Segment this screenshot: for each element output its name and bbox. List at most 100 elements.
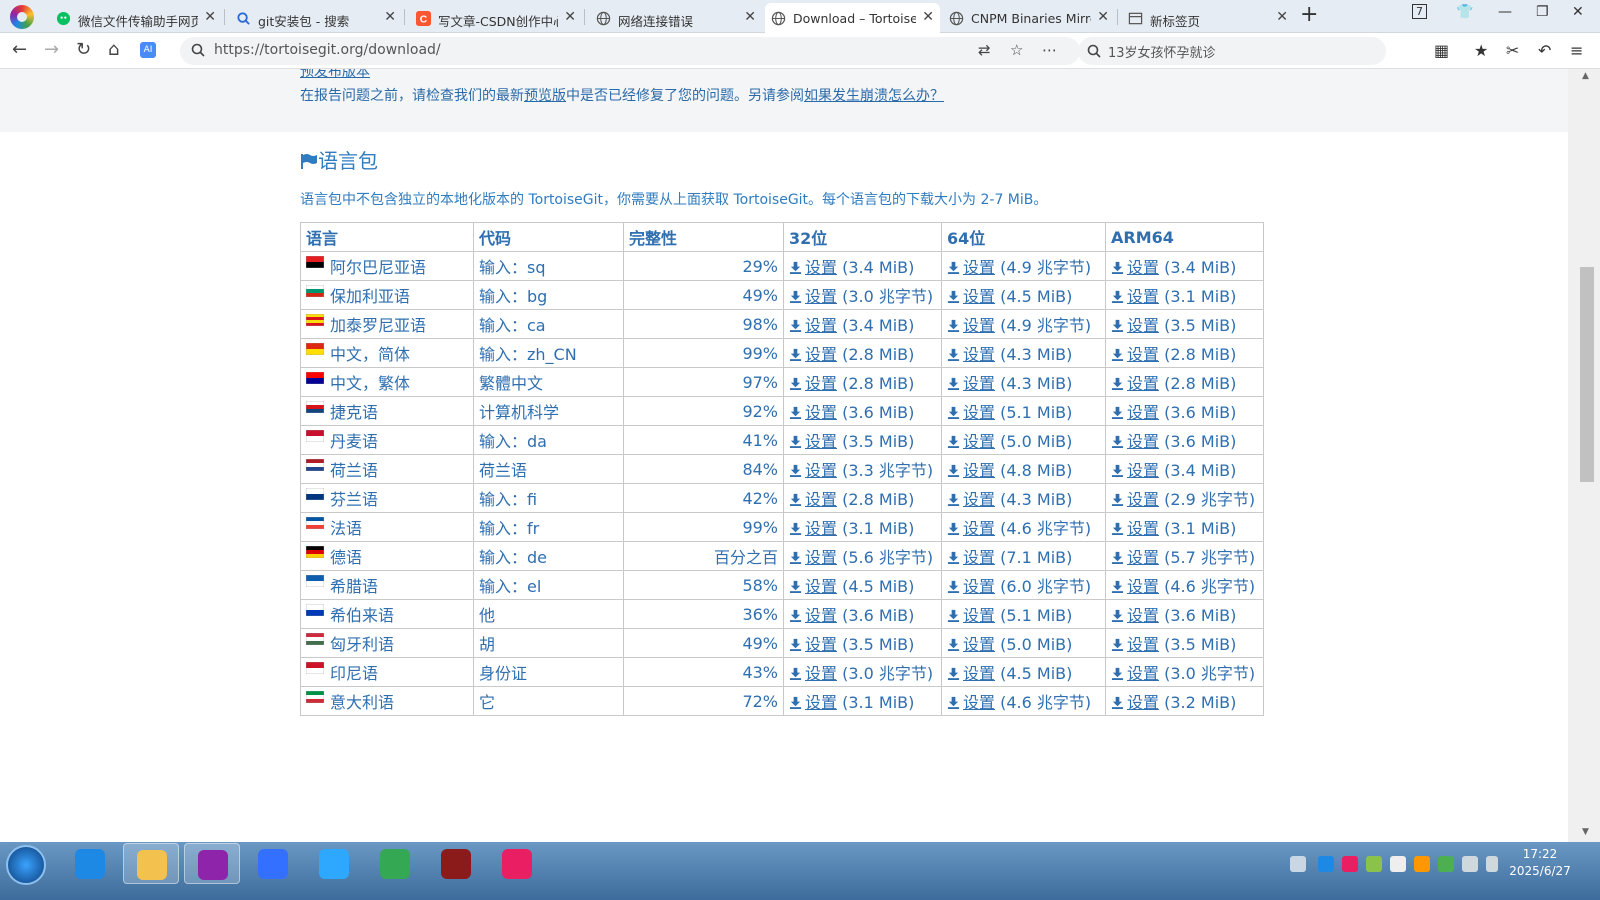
tray-app-icon[interactable] <box>1318 856 1334 872</box>
language-name[interactable]: 法语 <box>330 519 362 538</box>
search-box[interactable]: 13岁女孩怀孕就诊 <box>1078 37 1386 65</box>
tray-app-icon[interactable] <box>1366 856 1382 872</box>
language-name[interactable]: 希伯来语 <box>330 606 394 625</box>
x64-download-cell[interactable]: 设置 (5.0 MiB) <box>941 628 1106 658</box>
language-name[interactable]: 阿尔巴尼亚语 <box>330 258 426 277</box>
x86-download-cell[interactable]: 设置 (3.4 MiB) <box>783 251 942 281</box>
setup-download-link[interactable]: 设置 <box>805 664 837 683</box>
x86-download-cell[interactable]: 设置 (3.0 兆字节) <box>783 657 942 687</box>
setup-download-link[interactable]: 设置 <box>963 490 995 509</box>
window-close-icon[interactable]: ✕ <box>1572 4 1584 20</box>
setup-download-link[interactable]: 设置 <box>963 258 995 277</box>
setup-download-link[interactable]: 设置 <box>805 693 837 712</box>
x64-download-cell[interactable]: 设置 (5.1 MiB) <box>941 599 1106 629</box>
setup-download-link[interactable]: 设置 <box>805 606 837 625</box>
x64-download-cell[interactable]: 设置 (4.5 MiB) <box>941 280 1106 310</box>
tab-csdn[interactable]: C 写文章-CSDN创作中心 ✕ <box>410 3 582 33</box>
tray-app-icon[interactable] <box>1390 856 1406 872</box>
language-cell[interactable]: 希腊语 <box>300 570 474 600</box>
language-cell[interactable]: 荷兰语 <box>300 454 474 484</box>
setup-download-link[interactable]: 设置 <box>963 548 995 567</box>
taskbar-button[interactable] <box>245 843 301 884</box>
setup-download-link[interactable]: 设置 <box>1127 345 1159 364</box>
setup-download-link[interactable]: 设置 <box>963 693 995 712</box>
language-name[interactable]: 中文，繁体 <box>330 374 410 393</box>
setup-download-link[interactable]: 设置 <box>963 432 995 451</box>
reload-icon[interactable]: ↻ <box>76 40 91 60</box>
language-cell[interactable]: 芬兰语 <box>300 483 474 513</box>
close-icon[interactable]: ✕ <box>744 9 756 25</box>
setup-download-link[interactable]: 设置 <box>805 345 837 364</box>
language-name[interactable]: 中文，简体 <box>330 345 410 364</box>
setup-download-link[interactable]: 设置 <box>1127 490 1159 509</box>
language-cell[interactable]: 丹麦语 <box>300 425 474 455</box>
forward-icon[interactable]: → <box>44 40 59 60</box>
language-name[interactable]: 捷克语 <box>330 403 378 422</box>
tab-tortoisegit-download[interactable]: Download – TortoiseGit ✕ <box>765 3 940 33</box>
language-name[interactable]: 德语 <box>330 548 362 567</box>
undo-icon[interactable]: ↶ <box>1538 41 1551 60</box>
arm64-download-cell[interactable]: 设置 (3.4 MiB) <box>1105 251 1264 281</box>
x64-download-cell[interactable]: 设置 (7.1 MiB) <box>941 541 1106 571</box>
arm64-download-cell[interactable]: 设置 (3.2 MiB) <box>1105 686 1264 716</box>
tab-new-tab[interactable]: 新标签页 ✕ <box>1122 3 1294 33</box>
scrollbar[interactable]: ▲ ▼ <box>1568 69 1600 842</box>
language-cell[interactable]: 中文，繁体 <box>300 367 474 397</box>
setup-download-link[interactable]: 设置 <box>1127 316 1159 335</box>
x86-download-cell[interactable]: 设置 (2.8 MiB) <box>783 367 942 397</box>
setup-download-link[interactable]: 设置 <box>963 287 995 306</box>
setup-download-link[interactable]: 设置 <box>1127 287 1159 306</box>
setup-download-link[interactable]: 设置 <box>1127 374 1159 393</box>
scroll-down-icon[interactable]: ▼ <box>1582 827 1589 837</box>
setup-download-link[interactable]: 设置 <box>1127 403 1159 422</box>
arm64-download-cell[interactable]: 设置 (2.8 MiB) <box>1105 367 1264 397</box>
setup-download-link[interactable]: 设置 <box>805 374 837 393</box>
x86-download-cell[interactable]: 设置 (3.1 MiB) <box>783 686 942 716</box>
x64-download-cell[interactable]: 设置 (4.5 MiB) <box>941 657 1106 687</box>
language-name[interactable]: 加泰罗尼亚语 <box>330 316 426 335</box>
setup-download-link[interactable]: 设置 <box>805 316 837 335</box>
x86-download-cell[interactable]: 设置 (3.1 MiB) <box>783 512 942 542</box>
arm64-download-cell[interactable]: 设置 (3.4 MiB) <box>1105 454 1264 484</box>
x64-download-cell[interactable]: 设置 (4.9 兆字节) <box>941 309 1106 339</box>
shirt-skin-icon[interactable]: 👕 <box>1456 4 1473 20</box>
setup-download-link[interactable]: 设置 <box>1127 577 1159 596</box>
x86-download-cell[interactable]: 设置 (5.6 兆字节) <box>783 541 942 571</box>
close-icon[interactable]: ✕ <box>1276 9 1288 25</box>
arm64-download-cell[interactable]: 设置 (3.6 MiB) <box>1105 425 1264 455</box>
apps-grid-icon[interactable]: ▦ <box>1434 41 1449 60</box>
setup-download-link[interactable]: 设置 <box>963 403 995 422</box>
x64-download-cell[interactable]: 设置 (5.0 MiB) <box>941 425 1106 455</box>
preview-link[interactable]: 预览版 <box>524 88 566 104</box>
tab-count-badge[interactable]: 7 <box>1412 4 1427 19</box>
arm64-download-cell[interactable]: 设置 (3.1 MiB) <box>1105 512 1264 542</box>
taskbar-button[interactable] <box>62 843 118 884</box>
x86-download-cell[interactable]: 设置 (3.6 MiB) <box>783 396 942 426</box>
language-cell[interactable]: 保加利亚语 <box>300 280 474 310</box>
x64-download-cell[interactable]: 设置 (4.3 MiB) <box>941 483 1106 513</box>
setup-download-link[interactable]: 设置 <box>805 461 837 480</box>
arm64-download-cell[interactable]: 设置 (4.6 兆字节) <box>1105 570 1264 600</box>
x86-download-cell[interactable]: 设置 (3.5 MiB) <box>783 628 942 658</box>
scissors-icon[interactable]: ✂ <box>1506 41 1519 60</box>
maximize-icon[interactable]: ❐ <box>1536 4 1549 20</box>
setup-download-link[interactable]: 设置 <box>963 345 995 364</box>
language-cell[interactable]: 法语 <box>300 512 474 542</box>
setup-download-link[interactable]: 设置 <box>1127 664 1159 683</box>
close-icon[interactable]: ✕ <box>1097 9 1109 25</box>
arm64-download-cell[interactable]: 设置 (3.0 兆字节) <box>1105 657 1264 687</box>
scrollbar-thumb[interactable] <box>1580 267 1594 482</box>
volume-icon[interactable] <box>1486 856 1498 872</box>
tab-cnpm-mirror[interactable]: CNPM Binaries Mirror ✕ <box>943 3 1115 33</box>
close-icon[interactable]: ✕ <box>564 9 576 25</box>
language-cell[interactable]: 德语 <box>300 541 474 571</box>
home-icon[interactable]: ⌂ <box>108 40 119 60</box>
menu-icon[interactable]: ≡ <box>1570 41 1583 60</box>
x86-download-cell[interactable]: 设置 (3.6 MiB) <box>783 599 942 629</box>
arm64-download-cell[interactable]: 设置 (2.8 MiB) <box>1105 338 1264 368</box>
arm64-download-cell[interactable]: 设置 (5.7 兆字节) <box>1105 541 1264 571</box>
setup-download-link[interactable]: 设置 <box>1127 635 1159 654</box>
x86-download-cell[interactable]: 设置 (4.5 MiB) <box>783 570 942 600</box>
language-name[interactable]: 芬兰语 <box>330 490 378 509</box>
translate-icon[interactable]: ⇄ <box>978 41 991 59</box>
